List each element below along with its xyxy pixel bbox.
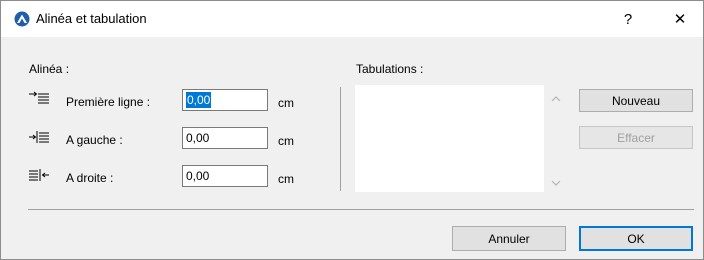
scroll-down-icon[interactable] — [549, 178, 563, 188]
left-indent-label: A gauche : — [66, 133, 123, 147]
first-line-label: Première ligne : — [66, 95, 151, 109]
ok-button[interactable]: OK — [579, 226, 693, 251]
horizontal-divider — [28, 209, 694, 210]
help-button[interactable]: ? — [605, 1, 651, 37]
delete-tab-button[interactable]: Effacer — [579, 126, 693, 149]
first-line-indent-icon — [29, 91, 49, 104]
left-indent-input[interactable]: 0,00 — [182, 127, 268, 149]
left-indent-unit: cm — [278, 134, 294, 148]
first-line-value: 0,00 — [186, 92, 212, 108]
scroll-up-icon[interactable] — [549, 94, 563, 104]
right-indent-icon — [29, 169, 49, 181]
new-tab-button[interactable]: Nouveau — [579, 89, 693, 112]
title-bar: Alinéa et tabulation ? ✕ — [1, 1, 703, 37]
first-line-input[interactable]: 0,00 — [182, 89, 268, 111]
tab-stops-list[interactable] — [355, 85, 544, 192]
dialog-title: Alinéa et tabulation — [36, 11, 147, 26]
indent-section-label: Alinéa : — [29, 62, 70, 76]
vertical-divider — [340, 87, 341, 191]
cancel-button[interactable]: Annuler — [452, 226, 566, 251]
dialog-window: Alinéa et tabulation ? ✕ Alinéa : Premiè… — [0, 0, 704, 260]
left-indent-icon — [29, 131, 49, 143]
right-indent-unit: cm — [278, 172, 294, 186]
app-logo-icon — [14, 11, 30, 27]
right-indent-input[interactable]: 0,00 — [182, 165, 268, 187]
first-line-unit: cm — [278, 96, 294, 110]
right-indent-label: A droite : — [66, 171, 114, 185]
tabs-section-label: Tabulations : — [356, 62, 424, 76]
close-button[interactable]: ✕ — [657, 1, 703, 37]
